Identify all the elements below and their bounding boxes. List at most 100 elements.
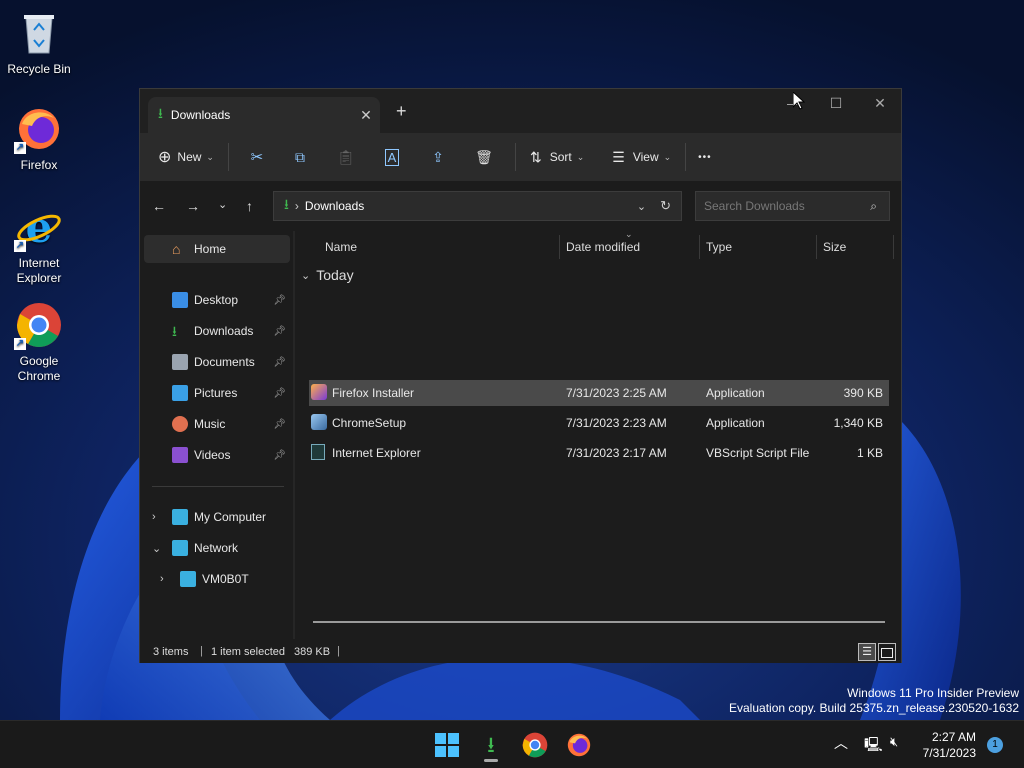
- watermark-edition: Windows 11 Pro Insider Preview: [847, 686, 1019, 700]
- computer-icon: [172, 509, 188, 525]
- file-row-internet-explorer[interactable]: Internet Explorer 7/31/2023 2:17 AM VBSc…: [309, 440, 889, 466]
- nav-documents[interactable]: Documents 📌︎: [144, 348, 290, 376]
- column-divider[interactable]: [816, 235, 817, 259]
- share-button[interactable]: ⇪: [415, 141, 461, 173]
- file-type: VBScript Script File: [706, 446, 810, 460]
- nav-home[interactable]: ⌂ Home: [144, 235, 290, 263]
- status-selected-count: 1 item selected: [211, 646, 285, 658]
- status-divider: |: [337, 645, 340, 657]
- sort-button[interactable]: ⇅ Sort ⌄: [530, 141, 584, 173]
- start-button[interactable]: [433, 731, 461, 759]
- search-box[interactable]: Search Downloads ⌕: [695, 191, 890, 221]
- desktop-icon-internet-explorer[interactable]: e ↗ Internet Explorer: [2, 202, 76, 286]
- nav-network[interactable]: ⌄ Network: [144, 534, 290, 562]
- chrome-icon: ↗: [14, 300, 64, 350]
- tab-title: Downloads: [170, 108, 231, 122]
- file-type: Application: [706, 416, 765, 430]
- horizontal-scrollbar[interactable]: [313, 621, 885, 623]
- file-list: Name Date modified ⌄ Type Size ⌄ Today F…: [295, 229, 901, 639]
- share-icon: ⇪: [432, 148, 444, 165]
- recent-locations-button[interactable]: ⌄: [218, 198, 227, 211]
- cut-button[interactable]: ✂: [237, 141, 277, 173]
- column-divider[interactable]: [893, 235, 894, 259]
- view-button[interactable]: ☰ View ⌄: [612, 141, 671, 173]
- nav-label: Downloads: [194, 324, 254, 338]
- column-divider[interactable]: [559, 235, 560, 259]
- large-icons-view-button[interactable]: [878, 643, 896, 661]
- home-icon: ⌂: [172, 241, 181, 257]
- network-status-icon[interactable]: 🖳︎: [864, 734, 883, 758]
- large-icons-view-icon: [881, 648, 893, 658]
- recycle-bin-icon: [14, 8, 64, 58]
- maximize-button[interactable]: ☐: [814, 95, 858, 112]
- notification-badge[interactable]: 1: [987, 737, 1003, 753]
- column-header-type[interactable]: Type: [706, 231, 816, 263]
- taskbar-file-explorer[interactable]: ⭳: [477, 731, 505, 762]
- nav-label: Home: [194, 242, 227, 256]
- close-window-button[interactable]: ✕: [858, 95, 902, 112]
- refresh-icon[interactable]: ↻: [660, 198, 671, 214]
- nav-desktop[interactable]: Desktop 📌︎: [144, 286, 290, 314]
- file-size: 390 KB: [843, 386, 883, 400]
- address-bar[interactable]: ⭳ › Downloads ⌄ ↻: [273, 191, 682, 221]
- desktop-icon-recycle-bin[interactable]: Recycle Bin: [2, 8, 76, 77]
- taskbar-clock[interactable]: 2:27 AM 7/31/2023: [923, 729, 976, 761]
- trash-icon: 🗑︎: [475, 148, 493, 165]
- chevron-right-icon[interactable]: ›: [152, 511, 172, 523]
- group-header-today[interactable]: ⌄ Today: [301, 267, 354, 283]
- file-explorer-window: ⭳ Downloads ✕ + — ☐ ✕ ⊕ New ⌄ ✂ ⧉ 📋︎ A ⇪: [139, 88, 902, 663]
- paste-button[interactable]: 📋︎: [323, 141, 369, 173]
- nav-music[interactable]: Music 📌︎: [144, 410, 290, 438]
- file-row-firefox-installer[interactable]: Firefox Installer 7/31/2023 2:25 AM Appl…: [309, 380, 889, 406]
- status-selected-size: 389 KB: [294, 646, 331, 658]
- column-header-name[interactable]: Name: [325, 231, 555, 263]
- volume-muted-icon[interactable]: 🔇︎: [890, 734, 898, 750]
- breadcrumb-downloads[interactable]: Downloads: [305, 199, 637, 213]
- column-header-date[interactable]: Date modified: [566, 231, 701, 263]
- chrome-icon: [522, 732, 548, 758]
- new-button[interactable]: ⊕ New ⌄: [158, 141, 214, 173]
- tab-downloads[interactable]: ⭳ Downloads ✕: [148, 97, 380, 133]
- delete-button[interactable]: 🗑︎: [461, 141, 507, 173]
- back-button[interactable]: ←: [152, 198, 166, 214]
- show-hidden-icons-button[interactable]: ︿: [834, 733, 848, 753]
- up-button[interactable]: ↑: [246, 198, 253, 214]
- divider: [685, 143, 687, 171]
- pin-icon: 📌︎: [273, 294, 286, 306]
- column-divider[interactable]: [699, 235, 700, 259]
- firefox-icon: ↗: [14, 104, 64, 154]
- more-options-button[interactable]: •••: [698, 141, 712, 173]
- copy-button[interactable]: ⧉: [277, 141, 323, 173]
- column-header-size[interactable]: Size: [823, 231, 889, 263]
- taskbar-chrome[interactable]: [521, 731, 549, 759]
- nav-my-computer[interactable]: › My Computer: [144, 503, 290, 531]
- rename-button[interactable]: A: [369, 141, 415, 173]
- pin-icon: 📌︎: [273, 418, 286, 430]
- download-icon: ⭳: [172, 323, 177, 339]
- desktop-icon-google-chrome[interactable]: ↗ Google Chrome: [2, 300, 76, 384]
- status-item-count: 3 items: [153, 646, 189, 658]
- nav-network-vm0b0t[interactable]: › VM0B0T: [144, 565, 290, 593]
- taskbar-firefox[interactable]: [565, 731, 593, 759]
- column-label: Date modified: [566, 240, 641, 254]
- desktop-icon-firefox[interactable]: ↗ Firefox: [2, 104, 76, 173]
- file-date: 7/31/2023 2:17 AM: [566, 446, 667, 460]
- close-tab-icon[interactable]: ✕: [352, 107, 380, 124]
- installer-icon: [311, 384, 327, 400]
- details-view-button[interactable]: ☰: [858, 643, 876, 661]
- nav-downloads[interactable]: ⭳ Downloads 📌︎: [144, 317, 290, 345]
- nav-videos[interactable]: Videos 📌︎: [144, 441, 290, 469]
- file-name: ChromeSetup: [332, 416, 407, 430]
- column-label: Name: [325, 240, 358, 254]
- chevron-right-icon[interactable]: ›: [160, 573, 180, 585]
- address-dropdown-icon[interactable]: ⌄: [637, 200, 646, 213]
- divider: [152, 486, 284, 487]
- chevron-down-icon[interactable]: ⌄: [152, 542, 172, 555]
- nav-pictures[interactable]: Pictures 📌︎: [144, 379, 290, 407]
- file-row-chromesetup[interactable]: ChromeSetup 7/31/2023 2:23 AM Applicatio…: [309, 410, 889, 436]
- search-input[interactable]: Search Downloads: [704, 199, 870, 213]
- forward-button[interactable]: →: [186, 198, 200, 214]
- desktop-icon-label: Recycle Bin: [7, 62, 71, 76]
- scissors-icon: ✂: [250, 149, 264, 166]
- new-tab-button[interactable]: +: [396, 101, 407, 122]
